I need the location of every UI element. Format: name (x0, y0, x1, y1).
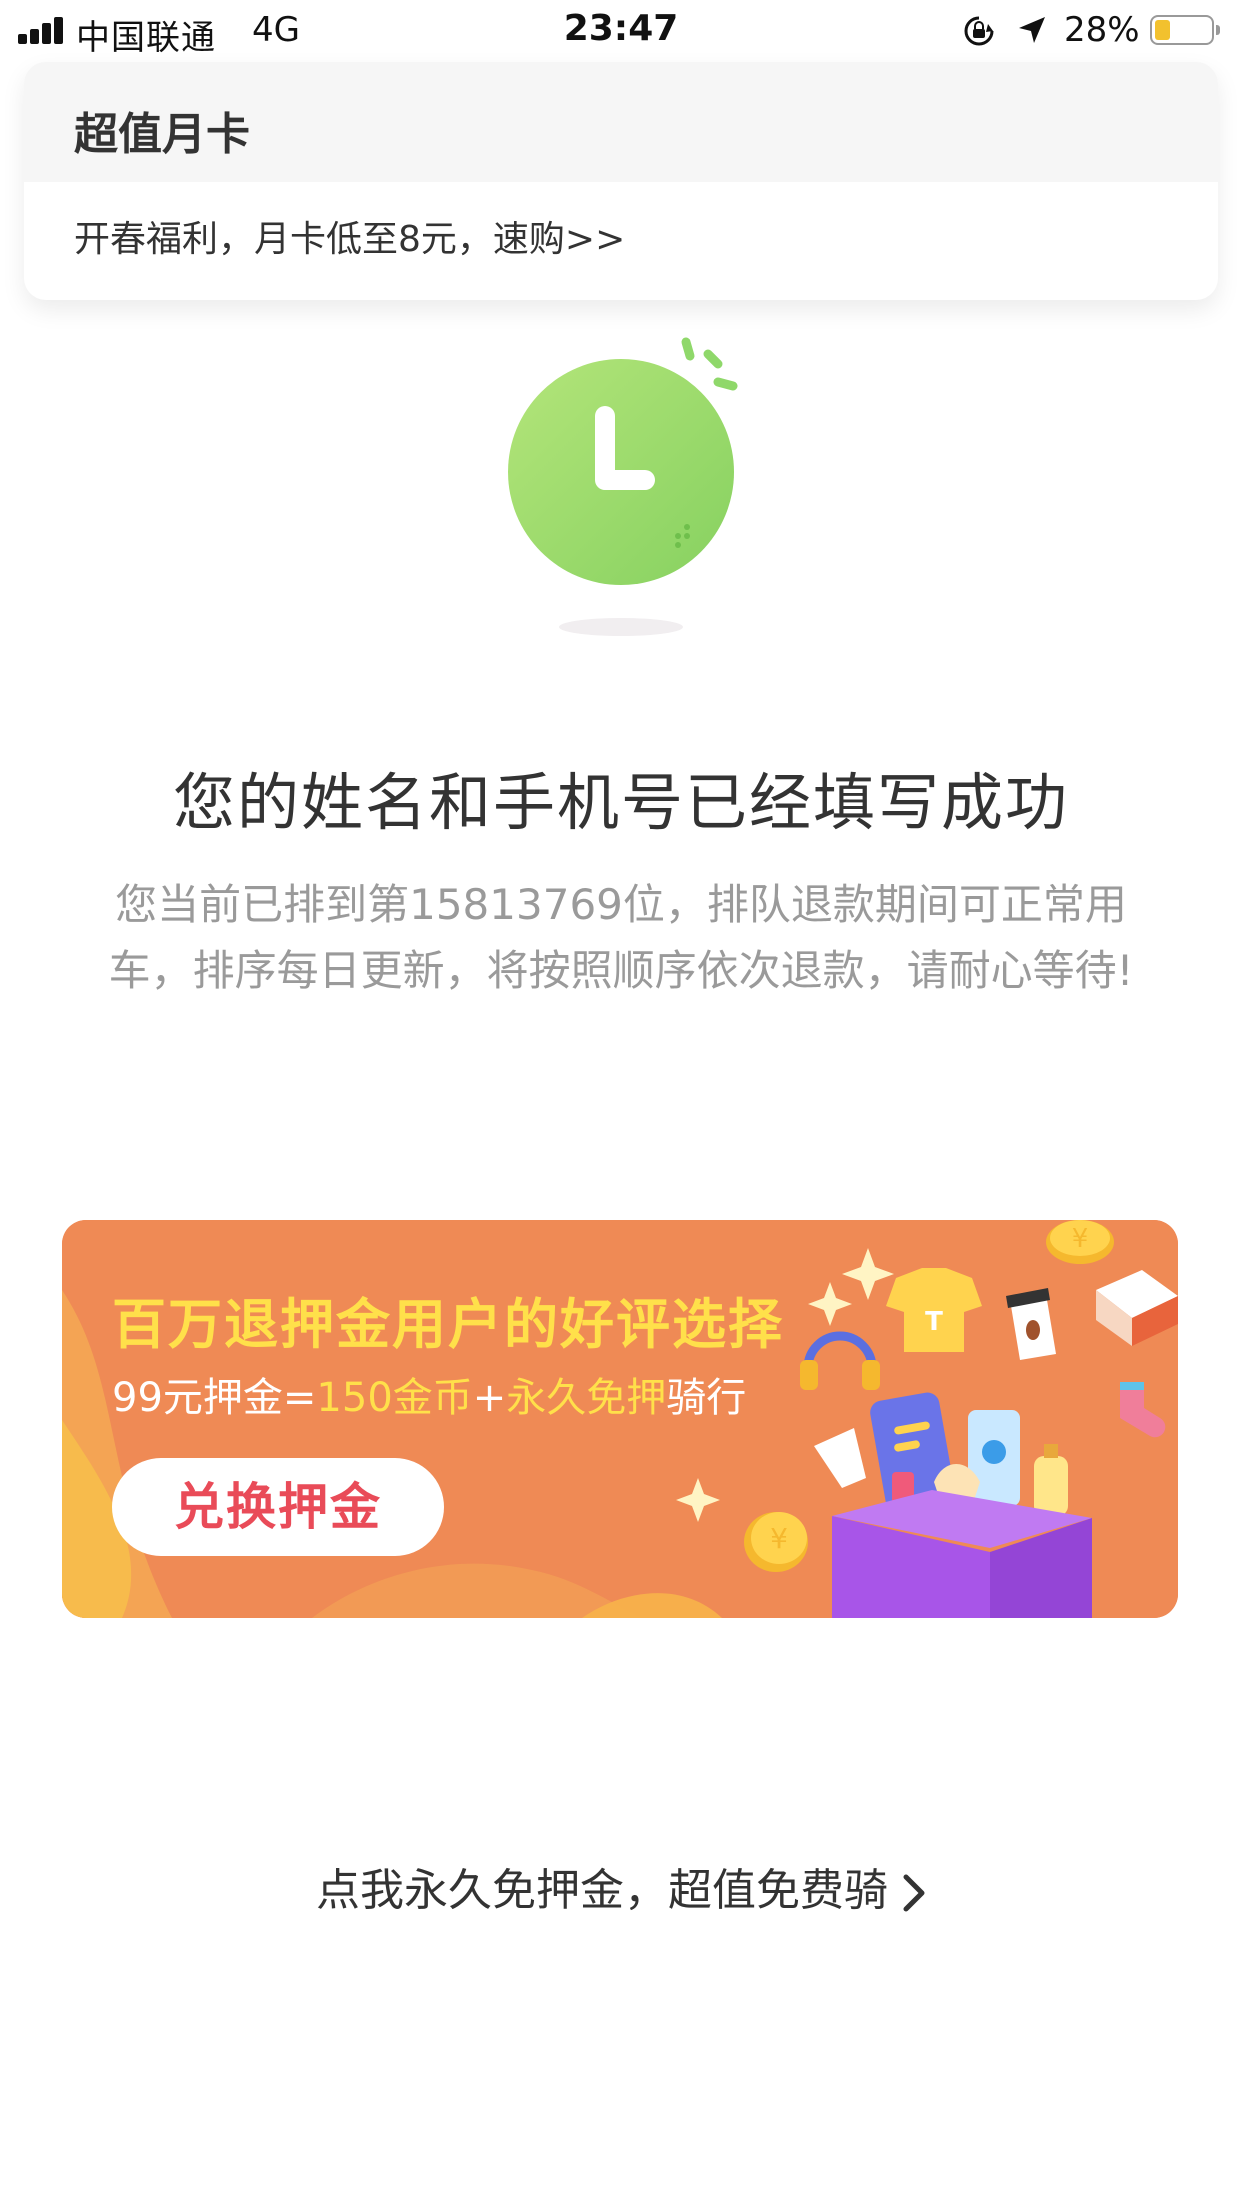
sparkle-icon (676, 1248, 894, 1522)
coffee-cup-icon (1006, 1288, 1056, 1360)
queue-description: 您当前已排到第15813769位，排队退款期间可正常用车，排序每日更新，将按照顺… (108, 880, 1134, 995)
deposit-exchange-banner[interactable]: 百万退押金用户的好评选择 99元押金=150金币+永久免押骑行 兑换押金 ¥ ¥… (62, 1220, 1178, 1618)
battery-icon (1150, 15, 1220, 45)
month-card[interactable]: 超值月卡 开春福利，月卡低至8元，速购>> (24, 62, 1218, 300)
month-card-promo-link[interactable]: 开春福利，月卡低至8元，速购>> (74, 210, 625, 262)
free-deposit-link-label: 点我永久免押金，超值免费骑 (316, 1865, 888, 1916)
coin-icon: ¥ (744, 1512, 808, 1572)
battery-percent: 28% (1064, 10, 1140, 50)
orientation-lock-icon (964, 16, 994, 46)
coin-icon: ¥ (1046, 1220, 1114, 1264)
book-icon (1096, 1270, 1178, 1346)
free-deposit-link[interactable]: 点我永久免押金，超值免费骑 (0, 1854, 1242, 1918)
chevron-right-icon (903, 1874, 925, 1912)
t-shirt-letter: T (925, 1307, 943, 1337)
gift-box-illustration: ¥ ¥ ¥ T (676, 1220, 1178, 1618)
coin-symbol: ¥ (770, 1522, 788, 1555)
month-card-title: 超值月卡 (74, 109, 250, 160)
success-title: 您的姓名和手机号已经填写成功 (172, 766, 1069, 839)
location-arrow-icon (1019, 17, 1045, 43)
sock-icon (1120, 1382, 1166, 1438)
coin-symbol: ¥ (1072, 1224, 1089, 1254)
t-shirt-icon: T (886, 1268, 982, 1352)
clock-icon (508, 337, 738, 636)
status-bar: 中国联通 4G 23:47 28% (0, 0, 1242, 62)
status-time: 23:47 (563, 8, 679, 49)
headphones-icon (800, 1331, 880, 1390)
